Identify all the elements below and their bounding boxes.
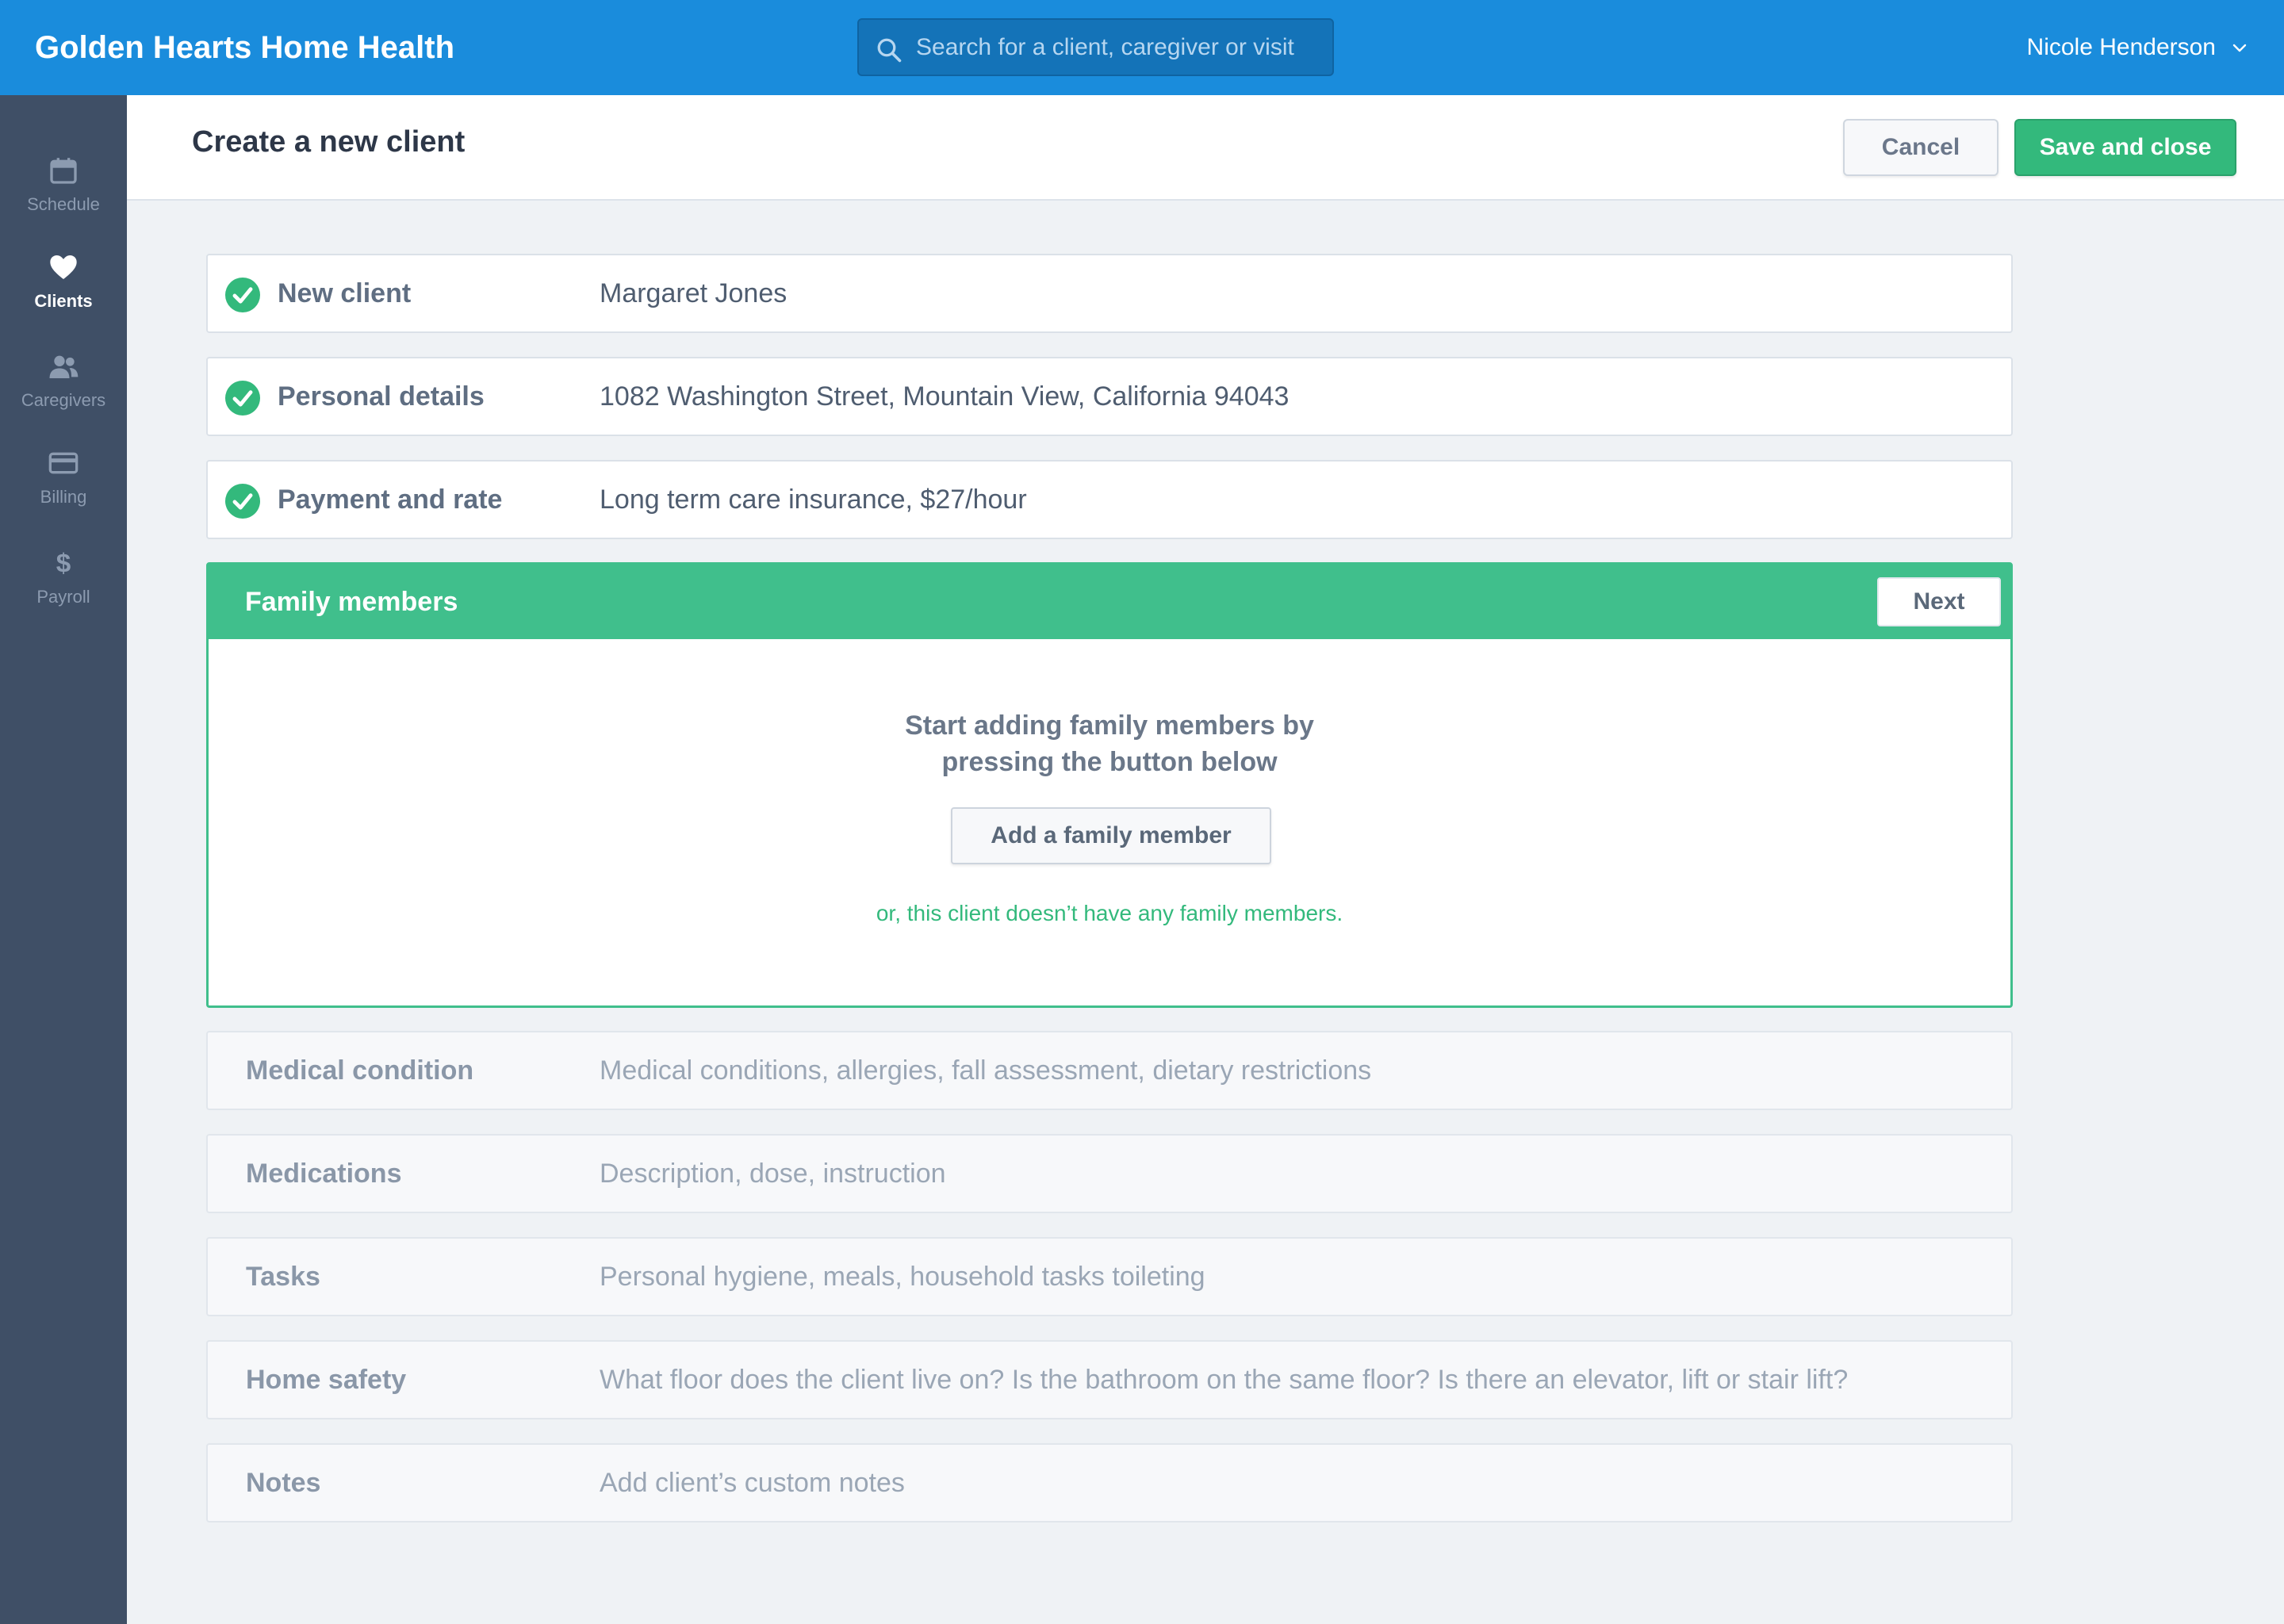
sidebar: Schedule Clients Caregivers Billing $ Pa…	[0, 95, 127, 1624]
search-input[interactable]	[916, 20, 1320, 75]
top-bar: Golden Hearts Home Health Nicole Henders…	[0, 0, 2284, 95]
step-medical-condition[interactable]: Medical condition Medical conditions, al…	[206, 1031, 2013, 1110]
step-family-members: Family members Next Start adding family …	[206, 562, 2013, 1008]
step-personal-details[interactable]: Personal details 1082 Washington Street,…	[206, 357, 2013, 436]
step-label: New client	[278, 278, 412, 308]
search-box[interactable]	[857, 18, 1334, 76]
no-family-members-link[interactable]: or, this client doesn’t have any family …	[209, 901, 2010, 926]
step-new-client[interactable]: New client Margaret Jones	[206, 254, 2013, 333]
add-family-member-button[interactable]: Add a family member	[951, 807, 1271, 864]
search-icon	[877, 38, 902, 63]
next-button[interactable]: Next	[1877, 577, 2001, 626]
user-menu[interactable]: Nicole Henderson	[2027, 0, 2249, 95]
empty-state-line: Start adding family members by	[905, 710, 1314, 741]
sidebar-item-label: Schedule	[27, 194, 100, 214]
check-circle-icon	[225, 381, 260, 416]
step-label: Notes	[246, 1468, 321, 1498]
step-home-safety[interactable]: Home safety What floor does the client l…	[206, 1340, 2013, 1419]
check-circle-icon	[225, 278, 260, 312]
step-hint: Add client’s custom notes	[600, 1468, 905, 1498]
sidebar-item-billing[interactable]: Billing	[0, 434, 127, 521]
sidebar-item-label: Payroll	[36, 587, 90, 607]
step-label: Personal details	[278, 381, 485, 412]
sidebar-item-clients[interactable]: Clients	[0, 238, 127, 325]
step-hint: Description, dose, instruction	[600, 1159, 946, 1189]
step-value: 1082 Washington Street, Mountain View, C…	[600, 381, 1290, 412]
users-icon	[49, 355, 79, 378]
step-label: Medical condition	[246, 1055, 474, 1086]
cancel-button[interactable]: Cancel	[1843, 119, 1998, 176]
sidebar-item-schedule[interactable]: Schedule	[0, 141, 127, 228]
step-tasks[interactable]: Tasks Personal hygiene, meals, household…	[206, 1237, 2013, 1316]
brand-name[interactable]: Golden Hearts Home Health	[35, 0, 454, 95]
empty-state-line: pressing the button below	[941, 747, 1278, 777]
page-title: Create a new client	[192, 125, 466, 159]
step-label: Home safety	[246, 1365, 407, 1395]
svg-text:$: $	[56, 550, 71, 579]
step-notes[interactable]: Notes Add client’s custom notes	[206, 1443, 2013, 1522]
step-value: Margaret Jones	[600, 278, 788, 308]
step-medications[interactable]: Medications Description, dose, instructi…	[206, 1134, 2013, 1213]
step-label: Payment and rate	[278, 485, 503, 515]
sidebar-item-payroll[interactable]: $ Payroll	[0, 534, 127, 621]
sidebar-item-label: Clients	[34, 291, 93, 311]
user-name: Nicole Henderson	[2026, 34, 2216, 60]
check-circle-icon	[225, 484, 260, 519]
step-label: Tasks	[246, 1262, 320, 1292]
calendar-icon	[50, 158, 77, 184]
step-label: Medications	[246, 1159, 402, 1189]
sidebar-item-label: Caregivers	[21, 390, 106, 410]
dollar-icon: $	[56, 550, 71, 579]
heart-icon	[50, 255, 77, 279]
save-and-close-button[interactable]: Save and close	[2014, 119, 2236, 176]
sidebar-item-caregivers[interactable]: Caregivers	[0, 337, 127, 424]
step-hint: What floor does the client live on? Is t…	[600, 1365, 1849, 1395]
page-header: Create a new client Cancel Save and clos…	[127, 95, 2284, 201]
step-value: Long term care insurance, $27/hour	[600, 485, 1027, 515]
step-hint: Medical conditions, allergies, fall asse…	[600, 1055, 1372, 1086]
section-header: Family members Next	[209, 565, 2010, 639]
empty-state-message: Start adding family members by pressing …	[209, 707, 2010, 780]
section-title: Family members	[245, 587, 458, 617]
sidebar-item-label: Billing	[40, 487, 87, 507]
chevron-down-icon	[2232, 44, 2247, 52]
step-payment-and-rate[interactable]: Payment and rate Long term care insuranc…	[206, 460, 2013, 539]
credit-card-icon	[48, 452, 79, 474]
step-hint: Personal hygiene, meals, household tasks…	[600, 1262, 1205, 1292]
